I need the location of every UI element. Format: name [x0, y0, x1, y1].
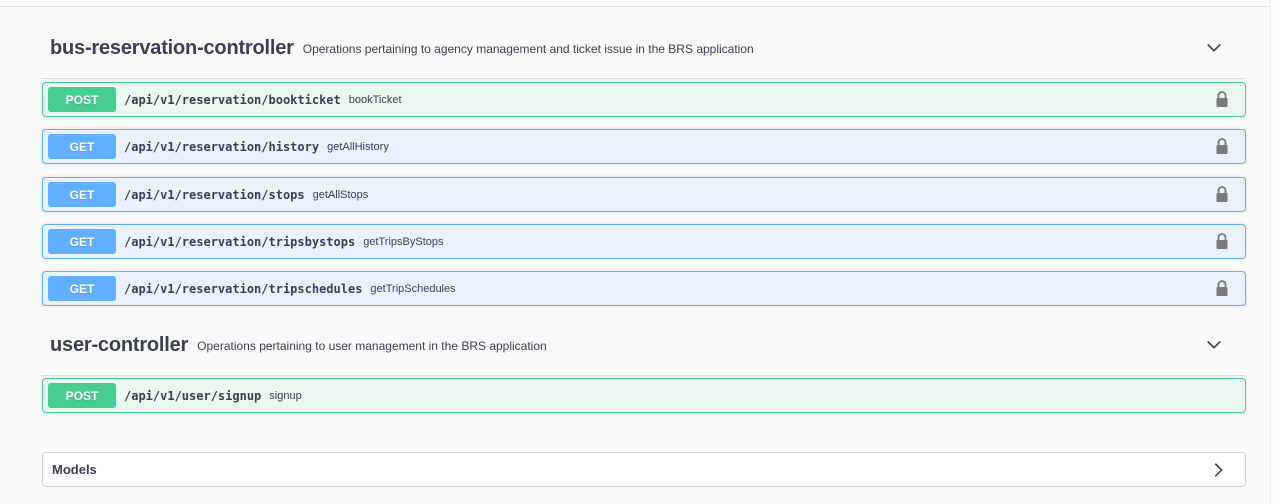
chevron-down-icon[interactable]: [1205, 39, 1223, 57]
operation-summary: bookTicket: [348, 93, 402, 106]
operation-path: /api/v1/reservation/tripschedules: [124, 281, 363, 296]
scrollbar-track[interactable]: [1270, 0, 1280, 504]
operation-summary: signup: [269, 389, 302, 402]
operation-summary: getAllStops: [312, 188, 369, 201]
models-section[interactable]: Models: [42, 452, 1246, 487]
method-badge: POST: [48, 87, 116, 112]
operation-path: /api/v1/reservation/tripsbystops: [124, 234, 356, 249]
lock-icon[interactable]: [1215, 91, 1229, 108]
chevron-right-icon[interactable]: [1209, 461, 1227, 479]
tag-header-user-controller[interactable]: user-controller Operations pertaining to…: [41, 316, 1245, 376]
operation-path: /api/v1/reservation/stops: [124, 187, 305, 202]
tag-header-bus-reservation-controller[interactable]: bus-reservation-controller Operations pe…: [41, 19, 1245, 79]
operation-get-stops[interactable]: GET /api/v1/reservation/stops getAllStop…: [42, 177, 1246, 212]
tag-description: Operations pertaining to user management…: [197, 338, 547, 353]
lock-icon[interactable]: [1215, 280, 1229, 297]
method-badge: GET: [48, 276, 116, 301]
operation-get-history[interactable]: GET /api/v1/reservation/history getAllHi…: [42, 129, 1246, 164]
models-title: Models: [52, 462, 97, 477]
tag-title: user-controller: [50, 334, 189, 356]
method-badge: GET: [48, 134, 116, 159]
operation-get-tripschedules[interactable]: GET /api/v1/reservation/tripschedules ge…: [42, 271, 1246, 306]
operation-summary: getTripsByStops: [363, 235, 444, 248]
tag-description: Operations pertaining to agency manageme…: [302, 41, 754, 56]
operation-summary: getTripSchedules: [370, 282, 456, 295]
method-badge: GET: [48, 182, 116, 207]
top-divider: [0, 6, 1270, 7]
operation-post-signup[interactable]: POST /api/v1/user/signup signup: [42, 378, 1246, 413]
operation-summary: getAllHistory: [327, 140, 389, 153]
operation-path: /api/v1/user/signup: [124, 388, 262, 403]
method-badge: POST: [48, 383, 116, 408]
operation-get-tripsbystops[interactable]: GET /api/v1/reservation/tripsbystops get…: [42, 224, 1246, 259]
operation-path: /api/v1/reservation/history: [124, 139, 320, 154]
method-badge: GET: [48, 229, 116, 254]
operation-post-bookticket[interactable]: POST /api/v1/reservation/bookticket book…: [42, 82, 1246, 117]
chevron-down-icon[interactable]: [1205, 336, 1223, 354]
lock-icon[interactable]: [1215, 186, 1229, 203]
tag-title: bus-reservation-controller: [50, 37, 294, 59]
lock-icon[interactable]: [1215, 233, 1229, 250]
lock-icon[interactable]: [1215, 138, 1229, 155]
operation-path: /api/v1/reservation/bookticket: [124, 92, 341, 107]
